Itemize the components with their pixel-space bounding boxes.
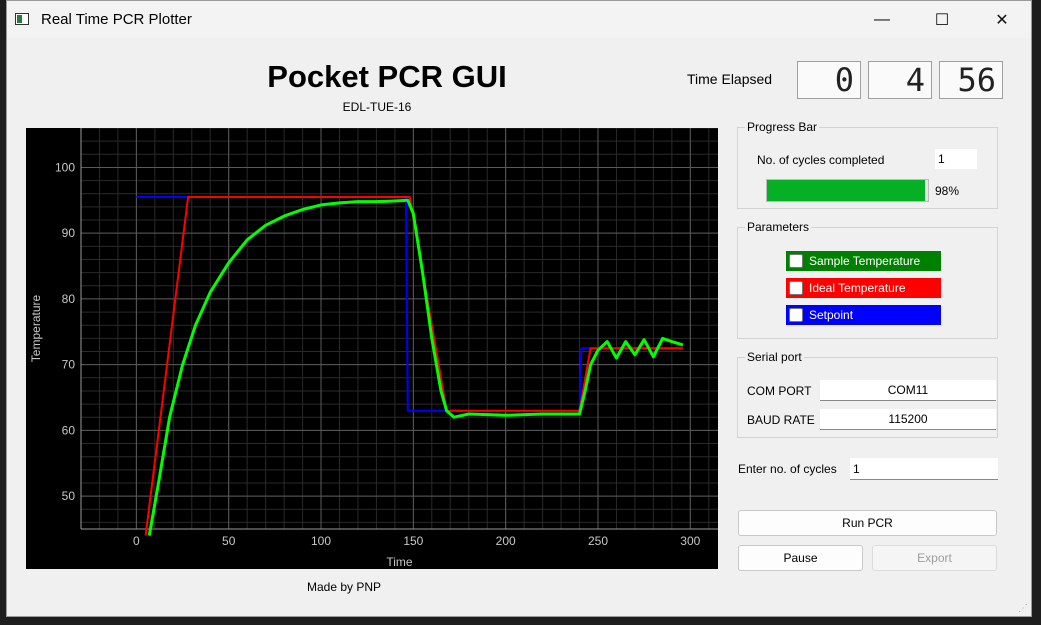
title-bar: Real Time PCR Plotter — ☐ ✕ [7, 1, 1031, 38]
minimize-icon[interactable]: — [859, 1, 905, 38]
sample-temperature-checkbox[interactable] [789, 254, 803, 268]
y-tick-label: 50 [62, 489, 76, 503]
window-title: Real Time PCR Plotter [41, 11, 192, 28]
x-tick-label: 50 [222, 534, 236, 548]
export-button[interactable]: Export [872, 545, 997, 571]
y-tick-label: 60 [62, 423, 76, 437]
timer-hours-display: 0 [797, 61, 861, 99]
page-title: Pocket PCR GUI [267, 59, 507, 94]
setpoint-checkbox[interactable] [789, 308, 803, 322]
x-tick-label: 250 [588, 534, 608, 548]
resize-grip-icon[interactable]: ⋰ [1018, 603, 1028, 614]
time-elapsed-label: Time Elapsed [687, 71, 773, 87]
enter-cycles-label: Enter no. of cycles [738, 462, 837, 476]
cycles-input[interactable] [850, 458, 998, 480]
app-window: Real Time PCR Plotter — ☐ ✕ Pocket PCR G… [6, 0, 1032, 617]
maximize-icon[interactable]: ☐ [919, 1, 965, 38]
x-tick-label: 200 [496, 534, 516, 548]
y-tick-label: 90 [62, 226, 76, 240]
ideal-temperature-line [144, 196, 683, 536]
x-tick-label: 0 [133, 534, 140, 548]
close-icon[interactable]: ✕ [979, 1, 1025, 38]
timer-minutes-display: 4 [868, 61, 932, 99]
ideal-temperature-checkbox[interactable] [789, 281, 803, 295]
x-tick-label: 300 [680, 534, 700, 548]
setpoint-label: Setpoint [809, 308, 854, 322]
pause-button[interactable]: Pause [738, 545, 863, 571]
cycles-completed-label: No. of cycles completed [757, 153, 885, 167]
progress-bar-fill [767, 180, 925, 201]
temperature-chart: 0 50 100 150 200 250 300 50 60 70 80 90 100 Time Tempe… [29, 127, 718, 569]
setpoint-toggle[interactable]: Setpoint [786, 305, 941, 325]
progress-percent: 98% [935, 184, 960, 198]
timer-seconds-display: 56 [939, 61, 1003, 99]
credit-text: Made by PNP [306, 580, 382, 594]
progress-group-title: Progress Bar [745, 120, 820, 134]
cycles-completed-field[interactable] [935, 149, 977, 169]
ideal-temperature-label: Ideal Temperature [809, 281, 906, 295]
sample-temperature-line [147, 198, 684, 536]
page-subtitle: EDL-TUE-16 [342, 100, 412, 114]
baud-rate-label: BAUD RATE [747, 413, 815, 427]
serial-port-group-title: Serial port [745, 350, 804, 364]
baud-rate-field[interactable] [820, 409, 996, 430]
setpoint-line [136, 196, 683, 412]
y-tick-label: 80 [62, 292, 76, 306]
parameters-group-title: Parameters [745, 220, 812, 234]
progress-bar [766, 179, 929, 202]
y-axis-label: Temperature [29, 294, 43, 362]
x-tick-label: 150 [403, 534, 423, 548]
sample-temperature-toggle[interactable]: Sample Temperature [786, 251, 941, 271]
x-tick-label: 100 [311, 534, 331, 548]
run-pcr-button[interactable]: Run PCR [738, 510, 997, 536]
com-port-label: COM PORT [747, 384, 812, 398]
app-icon [15, 13, 29, 25]
y-tick-label: 70 [62, 358, 76, 372]
temperature-plot[interactable]: 0 50 100 150 200 250 300 50 60 70 80 90 100 Time Tempe… [26, 127, 718, 569]
y-tick-label: 100 [55, 160, 75, 174]
x-axis-label: Time [386, 555, 413, 569]
sample-temperature-label: Sample Temperature [809, 254, 921, 268]
com-port-field[interactable] [820, 380, 996, 401]
ideal-temperature-toggle[interactable]: Ideal Temperature [786, 278, 941, 298]
